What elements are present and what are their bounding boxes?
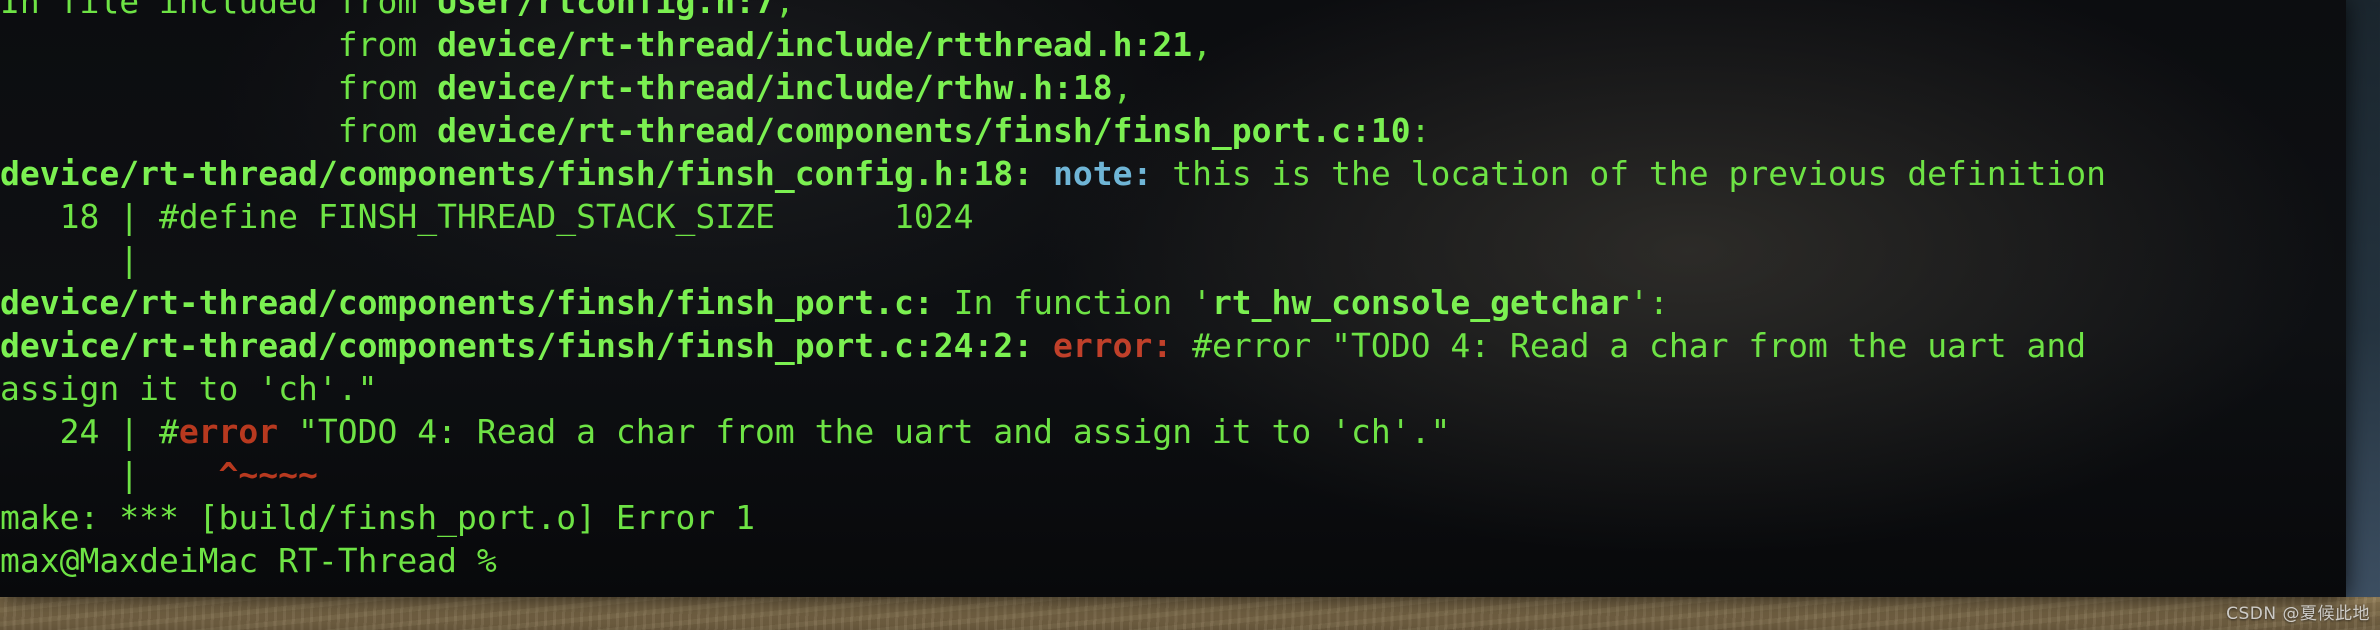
watermark-label: CSDN @夏候此地 <box>2226 604 2370 624</box>
terminal-output[interactable]: In file included from User/rtconfig.h:7,… <box>0 0 2346 582</box>
line-error-24-2-seg-3: #error "TODO 4: Read a char from the uar… <box>1172 326 2087 365</box>
line-24-error-source-seg-0: 24 | # <box>0 412 179 451</box>
line-caret-squiggle: | ^~~~~ <box>0 453 2346 496</box>
line-18-define: 18 | #define FINSH_THREAD_STACK_SIZE 102… <box>0 195 2346 238</box>
line-from-rtthread-h: from device/rt-thread/include/rtthread.h… <box>0 23 2346 66</box>
line-error-24-2-seg-0: device/rt-thread/components/finsh/finsh_… <box>0 326 1034 365</box>
line-prompt: max@MaxdeiMac RT-Thread % <box>0 539 2346 582</box>
line-from-rthw-h-seg-1: device/rt-thread/include/rthw.h:18 <box>437 68 1113 107</box>
line-from-finsh-port-c-seg-2: : <box>1410 111 1431 150</box>
line-from-rtthread-h-seg-0: from <box>0 25 438 64</box>
line-from-finsh-port-c: from device/rt-thread/components/finsh/f… <box>0 109 2346 152</box>
line-18-define-seg-0: 18 | #define FINSH_THREAD_STACK_SIZE 102… <box>0 197 974 236</box>
line-prompt-seg-0: max@MaxdeiMac RT-Thread % <box>0 541 497 580</box>
desktop-right-edge <box>2346 0 2380 597</box>
line-error-24-2-seg-2: error: <box>1053 326 1173 365</box>
line-24-error-source-seg-2: "TODO 4: Read a char from the uart and a… <box>278 412 1451 451</box>
line-note-previous-definition-seg-2: note: <box>1053 154 1153 193</box>
line-note-previous-definition: device/rt-thread/components/finsh/finsh_… <box>0 152 2346 195</box>
line-error-24-2-seg-1 <box>1033 326 1053 365</box>
line-from-rtthread-h-seg-2: , <box>1192 25 1212 64</box>
line-in-function-seg-0: device/rt-thread/components/finsh/finsh_… <box>0 283 934 322</box>
line-from-rtthread-h-seg-1: device/rt-thread/include/rtthread.h:21 <box>437 25 1193 64</box>
line-24-error-source: 24 | #error "TODO 4: Read a char from th… <box>0 410 2346 453</box>
line-note-previous-definition-seg-3: this is the location of the previous def… <box>1152 154 2106 193</box>
line-from-rthw-h-seg-2: , <box>1112 68 1133 107</box>
line-error-continued-seg-0: assign it to 'ch'." <box>0 369 378 408</box>
screen: In file included from User/rtconfig.h:7,… <box>0 0 2380 630</box>
line-pipe-1: | <box>0 238 2346 281</box>
line-from-finsh-port-c-seg-1: device/rt-thread/components/finsh/finsh_… <box>437 111 1411 150</box>
line-error-24-2: device/rt-thread/components/finsh/finsh_… <box>0 324 2346 367</box>
line-in-function-seg-1: In function ' <box>933 283 1212 322</box>
line-error-continued: assign it to 'ch'." <box>0 367 2346 410</box>
line-note-previous-definition-seg-1 <box>1033 154 1053 193</box>
line-included-from-rtconfig: In file included from User/rtconfig.h:7, <box>0 0 2346 23</box>
line-make-error: make: *** [build/finsh_port.o] Error 1 <box>0 496 2346 539</box>
line-caret-squiggle-seg-1: ^~~~~ <box>218 455 318 494</box>
line-pipe-1-seg-0: | <box>0 240 140 279</box>
line-from-rthw-h-seg-0: from <box>0 68 438 107</box>
line-from-rthw-h: from device/rt-thread/include/rthw.h:18, <box>0 66 2346 109</box>
line-caret-squiggle-seg-0: | <box>0 455 219 494</box>
line-note-previous-definition-seg-0: device/rt-thread/components/finsh/finsh_… <box>0 154 1034 193</box>
terminal-window[interactable]: In file included from User/rtconfig.h:7,… <box>0 0 2346 597</box>
line-included-from-rtconfig-seg-2: , <box>774 0 795 21</box>
line-in-function: device/rt-thread/components/finsh/finsh_… <box>0 281 2346 324</box>
line-24-error-source-seg-1: error <box>178 412 279 451</box>
line-included-from-rtconfig-seg-1: User/rtconfig.h:7 <box>437 0 775 21</box>
line-make-error-seg-0: make: *** [build/finsh_port.o] Error 1 <box>0 498 755 537</box>
line-in-function-seg-3: ': <box>1629 283 1669 322</box>
line-in-function-seg-2: rt_hw_console_getchar <box>1211 283 1630 322</box>
line-from-finsh-port-c-seg-0: from <box>0 111 438 150</box>
line-included-from-rtconfig-seg-0: In file included from <box>0 0 438 21</box>
